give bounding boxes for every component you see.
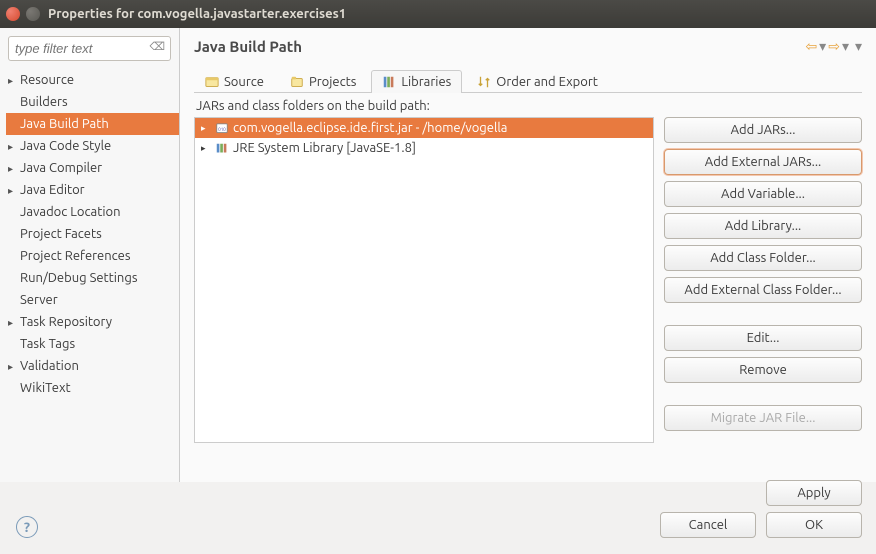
- expand-icon[interactable]: ▸: [201, 123, 211, 134]
- sidebar-item-builders[interactable]: Builders: [6, 91, 179, 113]
- remove-button[interactable]: Remove: [664, 357, 862, 383]
- tab-label: Libraries: [401, 75, 451, 89]
- sidebar-item-project-references[interactable]: Project References: [6, 245, 179, 267]
- sidebar-item-run-debug-settings[interactable]: Run/Debug Settings: [6, 267, 179, 289]
- order-icon: [477, 75, 491, 89]
- button-column: Add JARs... Add External JARs... Add Var…: [664, 117, 862, 443]
- tab-label: Order and Export: [496, 75, 598, 89]
- jre-icon: [215, 142, 229, 154]
- category-tree: ResourceBuildersJava Build PathJava Code…: [6, 69, 179, 399]
- jar-icon: 010: [215, 122, 229, 134]
- sidebar-item-java-code-style[interactable]: Java Code Style: [6, 135, 179, 157]
- sidebar-item-task-tags[interactable]: Task Tags: [6, 333, 179, 355]
- source-icon: [205, 75, 219, 89]
- back-menu-icon[interactable]: ▾: [819, 38, 826, 55]
- jar-label: com.vogella.eclipse.ide.first.jar - /hom…: [233, 121, 507, 135]
- forward-icon[interactable]: ⇨: [828, 38, 840, 55]
- back-icon[interactable]: ⇦: [805, 38, 817, 55]
- cancel-button[interactable]: Cancel: [660, 512, 756, 538]
- add-external-jars-button[interactable]: Add External JARs...: [664, 149, 862, 175]
- window-close-button[interactable]: [6, 7, 20, 21]
- add-variable-button[interactable]: Add Variable...: [664, 181, 862, 207]
- nav-arrows: ⇦ ▾ ⇨ ▾ ▾: [805, 38, 862, 55]
- footer: Apply ? Cancel OK: [0, 482, 876, 554]
- titlebar: Properties for com.vogella.javastarter.e…: [0, 0, 876, 28]
- tab-source[interactable]: Source: [194, 70, 275, 93]
- sidebar: ⌫ ResourceBuildersJava Build PathJava Co…: [0, 28, 180, 482]
- migrate-jar-button: Migrate JAR File...: [664, 405, 862, 431]
- forward-menu-icon[interactable]: ▾: [842, 38, 849, 55]
- clear-filter-icon[interactable]: ⌫: [149, 40, 165, 53]
- sidebar-item-task-repository[interactable]: Task Repository: [6, 311, 179, 333]
- sidebar-item-java-build-path[interactable]: Java Build Path: [6, 113, 179, 135]
- window-minimize-button[interactable]: [26, 7, 40, 21]
- apply-button[interactable]: Apply: [766, 480, 862, 506]
- tab-projects[interactable]: Projects: [279, 70, 367, 93]
- libraries-icon: [382, 75, 396, 89]
- sidebar-item-wikitext[interactable]: WikiText: [6, 377, 179, 399]
- svg-text:010: 010: [218, 127, 226, 132]
- edit-button[interactable]: Edit...: [664, 325, 862, 351]
- window-title: Properties for com.vogella.javastarter.e…: [48, 7, 346, 21]
- filter-input[interactable]: [8, 36, 171, 61]
- add-library-button[interactable]: Add Library...: [664, 213, 862, 239]
- tabs: Source Projects Libraries Order and Export: [194, 69, 862, 93]
- sidebar-item-javadoc-location[interactable]: Javadoc Location: [6, 201, 179, 223]
- sidebar-item-project-facets[interactable]: Project Facets: [6, 223, 179, 245]
- add-jars-button[interactable]: Add JARs...: [664, 117, 862, 143]
- add-class-folder-button[interactable]: Add Class Folder...: [664, 245, 862, 271]
- jar-list[interactable]: ▸ 010 com.vogella.eclipse.ide.first.jar - …: [194, 117, 654, 443]
- tab-order-and-export[interactable]: Order and Export: [466, 70, 609, 93]
- jar-row[interactable]: ▸ 010 com.vogella.eclipse.ide.first.jar - …: [195, 118, 653, 138]
- view-menu-icon[interactable]: ▾: [855, 38, 862, 55]
- jar-row[interactable]: ▸ JRE System Library [JavaSE-1.8]: [195, 138, 653, 158]
- sidebar-item-resource[interactable]: Resource: [6, 69, 179, 91]
- sidebar-item-validation[interactable]: Validation: [6, 355, 179, 377]
- expand-icon[interactable]: ▸: [201, 143, 211, 154]
- main-panel: Java Build Path ⇦ ▾ ⇨ ▾ ▾ Source Projects…: [180, 28, 876, 482]
- jar-label: JRE System Library [JavaSE-1.8]: [233, 141, 416, 155]
- tab-label: Projects: [309, 75, 356, 89]
- projects-icon: [290, 75, 304, 89]
- add-external-class-folder-button[interactable]: Add External Class Folder...: [664, 277, 862, 303]
- tab-libraries[interactable]: Libraries: [371, 70, 462, 93]
- jars-label: JARs and class folders on the build path…: [196, 99, 862, 113]
- sidebar-item-server[interactable]: Server: [6, 289, 179, 311]
- sidebar-item-java-compiler[interactable]: Java Compiler: [6, 157, 179, 179]
- help-icon[interactable]: ?: [16, 516, 38, 538]
- page-title: Java Build Path: [194, 38, 302, 55]
- tab-label: Source: [224, 75, 264, 89]
- ok-button[interactable]: OK: [766, 512, 862, 538]
- sidebar-item-java-editor[interactable]: Java Editor: [6, 179, 179, 201]
